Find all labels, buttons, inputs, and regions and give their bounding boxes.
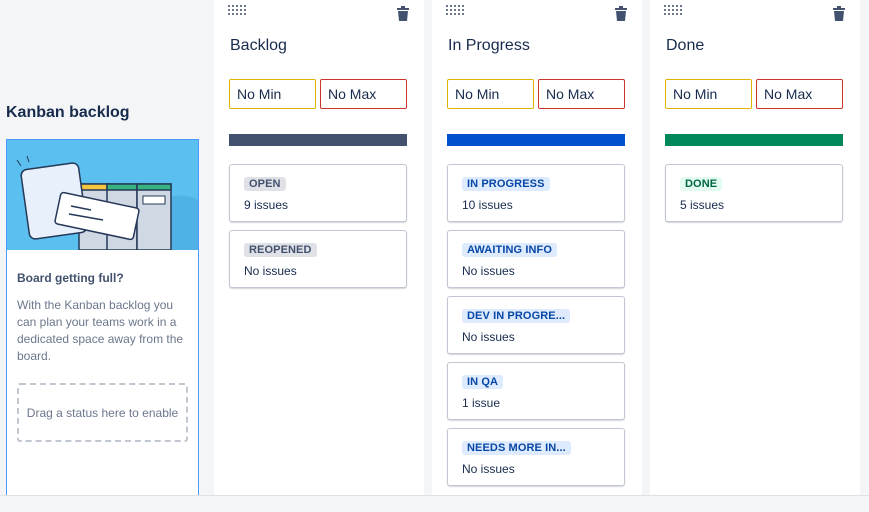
status-lozenge: NEEDS MORE IN...	[462, 441, 571, 455]
min-limit-input[interactable]	[665, 79, 752, 109]
column-in-progress: In Progress IN PROGRESS 10 issues AWAITI…	[432, 0, 642, 495]
issue-count: 5 issues	[680, 198, 725, 212]
trash-icon[interactable]	[832, 6, 846, 21]
issue-count: 10 issues	[462, 198, 513, 212]
backlog-heading: Board getting full?	[17, 271, 124, 285]
min-limit-input[interactable]	[447, 79, 534, 109]
status-lozenge: IN QA	[462, 375, 504, 389]
status-lozenge: DEV IN PROGRE...	[462, 309, 571, 323]
backlog-description: With the Kanban backlog you can plan you…	[17, 298, 184, 363]
drag-handle-icon[interactable]	[664, 5, 684, 15]
column-done: Done DONE 5 issues	[650, 0, 860, 495]
issue-count: 1 issue	[462, 396, 501, 410]
status-lozenge: DONE	[680, 177, 723, 191]
issue-count: No issues	[244, 264, 297, 278]
column-color-bar	[665, 134, 843, 146]
column-title[interactable]: Done	[666, 37, 704, 55]
issue-count: No issues	[462, 330, 515, 344]
status-lozenge: AWAITING INFO	[462, 243, 558, 257]
issue-count: No issues	[462, 264, 515, 278]
drag-handle-icon[interactable]	[446, 5, 466, 15]
column-backlog: Backlog OPEN 9 issues REOPENED No issues	[214, 0, 424, 495]
issue-count: No issues	[462, 462, 515, 476]
status-card[interactable]: DONE 5 issues	[665, 164, 843, 222]
status-card[interactable]: AWAITING INFO No issues	[447, 230, 625, 288]
status-lozenge: REOPENED	[244, 243, 317, 257]
kanban-backlog-panel: Board getting full? With the Kanban back…	[6, 139, 199, 499]
status-card[interactable]: OPEN 9 issues	[229, 164, 407, 222]
status-card[interactable]: NEEDS MORE IN... No issues	[447, 428, 625, 486]
trash-icon[interactable]	[396, 6, 410, 21]
column-color-bar	[229, 134, 407, 146]
trash-icon[interactable]	[614, 6, 628, 21]
issue-count: 9 issues	[244, 198, 289, 212]
status-lozenge: IN PROGRESS	[462, 177, 550, 191]
max-limit-input[interactable]	[756, 79, 843, 109]
status-card[interactable]: IN PROGRESS 10 issues	[447, 164, 625, 222]
horizontal-scrollbar[interactable]	[0, 495, 869, 512]
status-card[interactable]: REOPENED No issues	[229, 230, 407, 288]
status-drop-zone[interactable]: Drag a status here to enable	[17, 383, 188, 442]
column-title[interactable]: Backlog	[230, 37, 287, 55]
column-color-bar	[447, 134, 625, 146]
status-lozenge: OPEN	[244, 177, 286, 191]
status-card[interactable]: IN QA 1 issue	[447, 362, 625, 420]
max-limit-input[interactable]	[320, 79, 407, 109]
board-illustration	[7, 140, 198, 250]
drag-handle-icon[interactable]	[228, 5, 248, 15]
drop-zone-label: Drag a status here to enable	[26, 405, 179, 420]
max-limit-input[interactable]	[538, 79, 625, 109]
status-card[interactable]: DEV IN PROGRE... No issues	[447, 296, 625, 354]
kanban-backlog-title: Kanban backlog	[6, 104, 130, 121]
column-title[interactable]: In Progress	[448, 37, 530, 55]
min-limit-input[interactable]	[229, 79, 316, 109]
